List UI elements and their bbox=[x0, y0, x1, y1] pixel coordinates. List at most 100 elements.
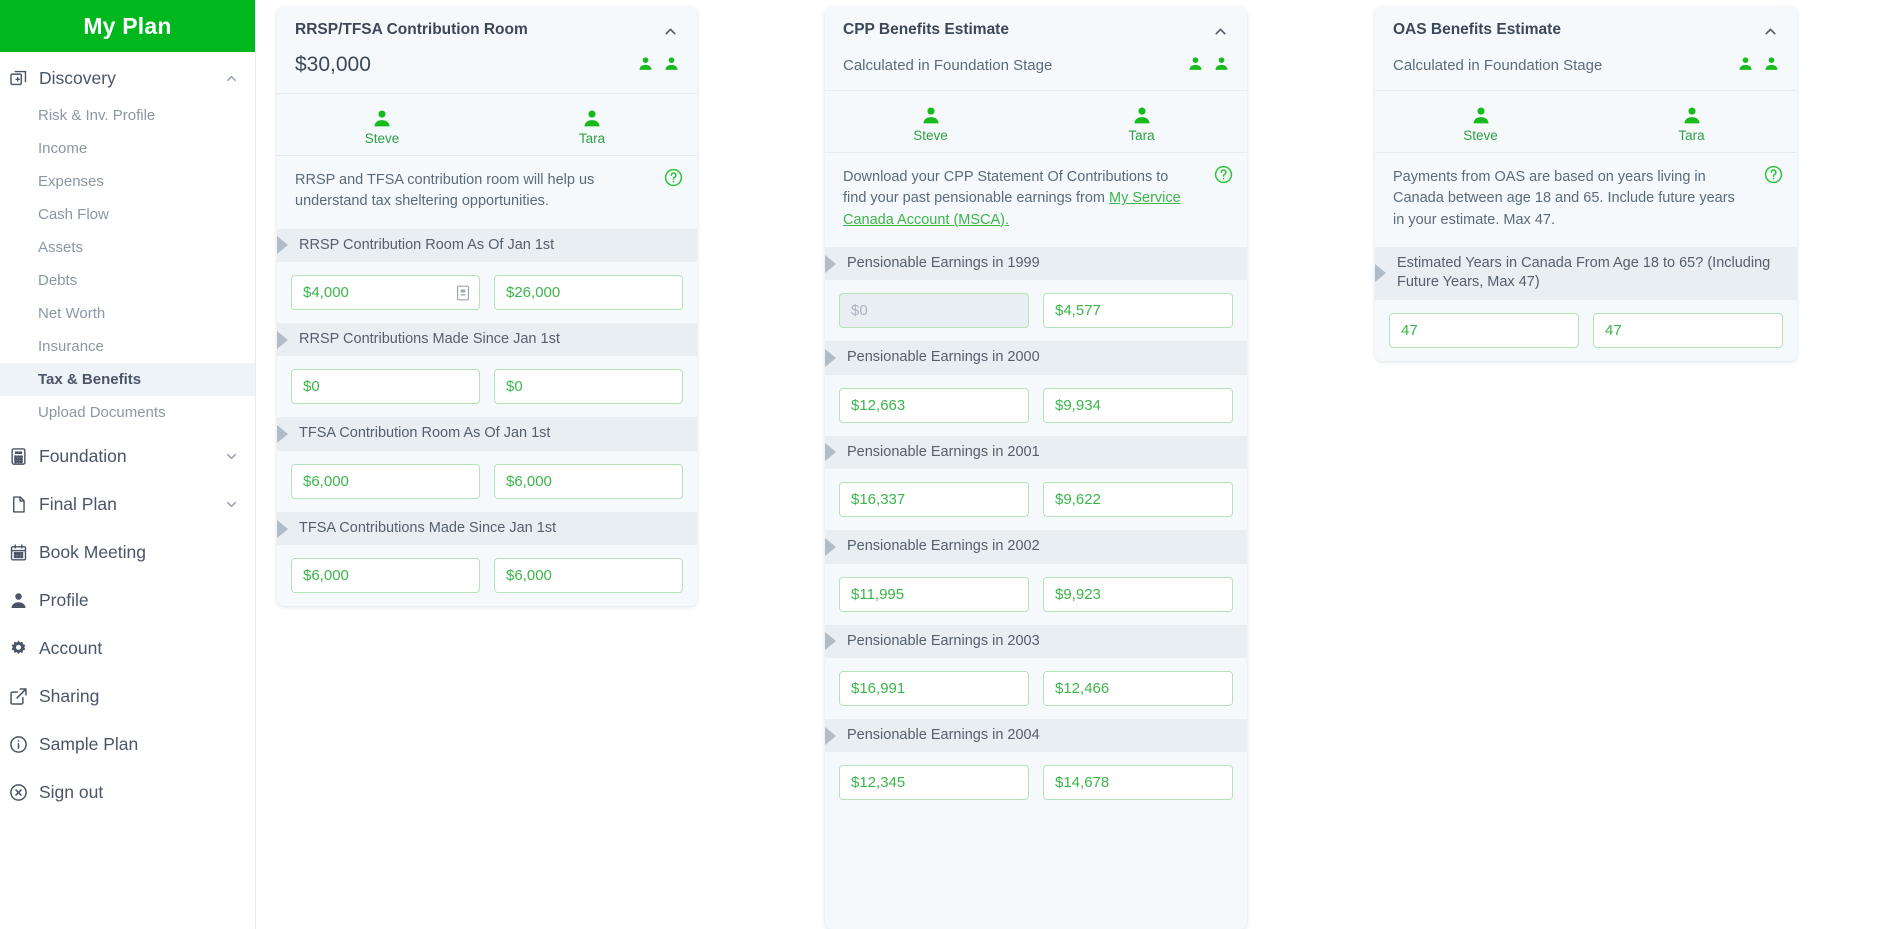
person-icon bbox=[371, 108, 393, 130]
info-icon bbox=[9, 735, 39, 754]
cpp-input-tara[interactable]: $9,923 bbox=[1043, 576, 1233, 612]
rrsp-input-tara[interactable]: $6,000 bbox=[494, 558, 683, 594]
help-icon[interactable] bbox=[664, 168, 683, 187]
chevron-up-icon[interactable] bbox=[1212, 23, 1229, 40]
cpp-header-people bbox=[1187, 55, 1230, 72]
sidebar-item-profile[interactable]: Profile bbox=[0, 580, 255, 621]
cpp-input-tara[interactable]: $4,577 bbox=[1043, 293, 1233, 329]
person-icon[interactable] bbox=[1737, 55, 1754, 72]
sidebar-item-expenses[interactable]: Expenses bbox=[0, 165, 255, 198]
input-value: $0 bbox=[506, 378, 523, 396]
oas-owner-steve[interactable]: Steve bbox=[1375, 105, 1586, 143]
cpp-owner-tara[interactable]: Tara bbox=[1036, 105, 1247, 143]
person-icon[interactable] bbox=[1213, 55, 1230, 72]
oas-field-row: 47 47 bbox=[1375, 300, 1797, 361]
chevron-up-icon[interactable] bbox=[1762, 23, 1779, 40]
person-icon[interactable] bbox=[637, 55, 654, 72]
oas-input-steve[interactable]: 47 bbox=[1389, 312, 1579, 348]
sidebar-item-label: Income bbox=[38, 140, 88, 157]
cpp-input-steve[interactable]: $16,991 bbox=[839, 671, 1029, 707]
sidebar-item-debts[interactable]: Debts bbox=[0, 264, 255, 297]
cpp-owner-selector: Steve Tara bbox=[825, 90, 1247, 153]
input-value: $14,678 bbox=[1055, 774, 1110, 792]
cpp-input-steve[interactable]: $11,995 bbox=[839, 576, 1029, 612]
input-value: 47 bbox=[1605, 321, 1622, 339]
person-icon[interactable] bbox=[1763, 55, 1780, 72]
sidebar-item-discovery[interactable]: Discovery bbox=[0, 58, 255, 99]
rrsp-field-label: RRSP Contribution Room As Of Jan 1st bbox=[277, 228, 697, 263]
cpp-input-steve[interactable]: $12,345 bbox=[839, 765, 1029, 801]
calendar-icon bbox=[9, 543, 39, 562]
rrsp-owner-steve[interactable]: Steve bbox=[277, 108, 487, 146]
chevron-down-icon[interactable] bbox=[223, 497, 239, 512]
owner-name: Steve bbox=[364, 131, 400, 146]
cpp-input-tara[interactable]: $9,622 bbox=[1043, 482, 1233, 518]
sidebar-item-final-plan[interactable]: Final Plan bbox=[0, 484, 255, 525]
rrsp-owner-tara[interactable]: Tara bbox=[487, 108, 697, 146]
person-icon bbox=[1470, 105, 1492, 127]
person-icon bbox=[1131, 105, 1153, 127]
cpp-field-label: Pensionable Earnings in 2001 bbox=[825, 435, 1247, 470]
rrsp-input-tara[interactable]: $26,000 bbox=[494, 275, 683, 311]
oas-owner-tara[interactable]: Tara bbox=[1586, 105, 1797, 143]
rrsp-input-tara[interactable]: $6,000 bbox=[494, 463, 683, 499]
oas-owner-selector: Steve Tara bbox=[1375, 90, 1797, 153]
person-icon[interactable] bbox=[1187, 55, 1204, 72]
help-icon[interactable] bbox=[1214, 165, 1233, 184]
rrsp-owner-selector: Steve Tara bbox=[277, 93, 697, 156]
rrsp-input-steve[interactable]: $0 bbox=[291, 369, 480, 405]
sidebar-item-sharing[interactable]: Sharing bbox=[0, 676, 255, 717]
person-icon[interactable] bbox=[663, 55, 680, 72]
sidebar-nav: Discovery Risk & Inv. Profile Income Expens… bbox=[0, 52, 255, 820]
cpp-input-steve[interactable]: $16,337 bbox=[839, 482, 1029, 518]
input-value: $6,000 bbox=[506, 472, 552, 490]
input-value: $6,000 bbox=[506, 567, 552, 585]
chevron-up-icon[interactable] bbox=[223, 71, 239, 86]
sidebar-item-book-meeting[interactable]: Book Meeting bbox=[0, 532, 255, 573]
cpp-input-tara[interactable]: $12,466 bbox=[1043, 671, 1233, 707]
sidebar-item-risk-inv-profile[interactable]: Risk & Inv. Profile bbox=[0, 99, 255, 132]
person-icon bbox=[9, 591, 39, 610]
sidebar-item-assets[interactable]: Assets bbox=[0, 231, 255, 264]
cpp-owner-steve[interactable]: Steve bbox=[825, 105, 1036, 143]
cpp-field-label: Pensionable Earnings in 2004 bbox=[825, 719, 1247, 753]
sidebar-item-sign-out[interactable]: Sign out bbox=[0, 772, 255, 813]
sidebar-item-insurance[interactable]: Insurance bbox=[0, 330, 255, 363]
input-value: $11,995 bbox=[851, 585, 905, 603]
chevron-down-icon[interactable] bbox=[223, 449, 239, 464]
statement-document-icon[interactable] bbox=[456, 285, 470, 301]
cpp-input-tara[interactable]: $9,934 bbox=[1043, 387, 1233, 423]
person-icon bbox=[581, 108, 603, 130]
input-value: $0 bbox=[851, 302, 868, 320]
sidebar-item-cash-flow[interactable]: Cash Flow bbox=[0, 198, 255, 231]
rrsp-input-steve[interactable]: $4,000 bbox=[291, 275, 480, 311]
oas-input-tara[interactable]: 47 bbox=[1593, 312, 1783, 348]
rrsp-input-tara[interactable]: $0 bbox=[494, 369, 683, 405]
sidebar-item-income[interactable]: Income bbox=[0, 132, 255, 165]
rrsp-input-steve[interactable]: $6,000 bbox=[291, 463, 480, 499]
input-value: 47 bbox=[1401, 321, 1418, 339]
sidebar-item-sample-plan[interactable]: Sample Plan bbox=[0, 724, 255, 765]
oas-fields: Estimated Years in Canada From Age 18 to… bbox=[1375, 246, 1797, 361]
sidebar-item-net-worth[interactable]: Net Worth bbox=[0, 297, 255, 330]
sidebar-item-account[interactable]: Account bbox=[0, 628, 255, 669]
sidebar-item-label: Net Worth bbox=[38, 305, 106, 322]
input-value: $12,466 bbox=[1055, 680, 1110, 698]
chevron-up-icon[interactable] bbox=[662, 23, 679, 40]
cpp-input-steve[interactable]: $12,663 bbox=[839, 387, 1029, 423]
sidebar-item-upload-documents[interactable]: Upload Documents bbox=[0, 396, 255, 429]
sidebar-item-label: Discovery bbox=[39, 68, 116, 88]
sidebar-item-foundation[interactable]: Foundation bbox=[0, 436, 255, 477]
oas-card: OAS Benefits Estimate Calculated in Foun… bbox=[1375, 7, 1797, 361]
rrsp-input-steve[interactable]: $6,000 bbox=[291, 558, 480, 594]
help-icon[interactable] bbox=[1764, 165, 1783, 184]
sidebar-item-tax-benefits[interactable]: Tax & Benefits bbox=[0, 363, 255, 396]
input-value: $16,991 bbox=[851, 680, 906, 698]
rrsp-field-row: $6,000 $6,000 bbox=[277, 451, 697, 512]
cpp-input-tara[interactable]: $14,678 bbox=[1043, 765, 1233, 801]
input-value: $9,934 bbox=[1055, 396, 1101, 414]
input-value: $6,000 bbox=[303, 567, 349, 585]
rrsp-field-label: TFSA Contribution Room As Of Jan 1st bbox=[277, 417, 697, 451]
input-value: $4,000 bbox=[303, 284, 349, 302]
